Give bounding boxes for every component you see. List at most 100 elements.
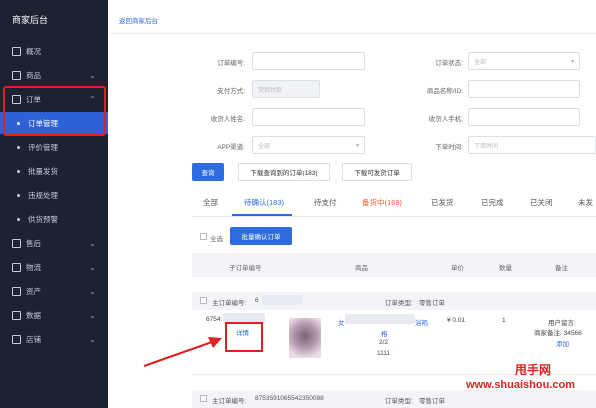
sidebar-subitem-reviews[interactable]: 评价管理 [0,136,108,158]
tab-to-confirm[interactable]: 待确认(183) [244,197,284,208]
product-spec-size: 2/2 [379,339,389,346]
main-order-no-value: 6 [255,297,259,304]
sub-order-no: 6754: [206,316,223,323]
order-time-label: 下单时间: [435,144,463,151]
tab-unshipped[interactable]: 未发 [578,197,593,208]
product-thumbnail [289,318,321,358]
main-order-no-value: 8753591065542350088 [255,395,324,402]
tab-preparing-label: 备货中(169) [362,198,403,207]
bullet-icon [17,145,20,149]
order-type-label: 订单类型: [385,300,413,307]
watermark-title: 甩手网 [515,363,552,377]
pay-method-select[interactable]: 货到付款 [252,80,320,98]
product-name-prefix[interactable]: 女 [338,317,345,327]
sidebar-item-after-sale[interactable]: 售后 ⌄ [0,232,108,254]
app-channel-value: 全部 [258,143,271,150]
order-type-value: 零售订单 [419,398,445,405]
bullet-icon [17,217,20,221]
tab-preparing[interactable]: 备货中(169) [362,197,402,208]
tab-closed[interactable]: 已关闭 [530,197,553,208]
sidebar-subitem-bulk-ship[interactable]: 批量发货 [0,160,108,182]
bullet-icon [17,169,20,173]
order-time-placeholder: 下单时间 [474,143,499,150]
bulk-confirm-button[interactable]: 批量确认订单 [230,227,292,245]
sidebar-item-label: 售后 [26,238,41,248]
order-status-select[interactable]: 全部 ▾ [468,52,580,70]
receiver-phone-input[interactable] [468,108,580,126]
bullet-icon [17,193,20,197]
divider [108,33,596,34]
sidebar-item-label: 数据 [26,310,41,320]
annotation-highlight-box [225,322,263,352]
remark-merchant-note: 商家备注: 34566 [534,330,582,337]
back-to-merchant-link[interactable]: 返回商家后台 [119,15,158,25]
col-product: 商品 [355,265,368,272]
col-price: 单价 [451,265,464,272]
sidebar-item-logistics[interactable]: 物流 ⌄ [0,256,108,278]
tab-completed[interactable]: 已完成 [481,197,504,208]
store-icon [12,334,21,344]
sidebar-item-data[interactable]: 数据 ⌄ [0,304,108,326]
sidebar-subitem-violations[interactable]: 违规处理 [0,184,108,206]
add-remark-link[interactable]: 添加 [556,338,569,348]
sidebar-item-overview[interactable]: 概况 [0,40,108,62]
product-name-suffix[interactable]: 浴袍 [415,317,428,327]
download-query-orders-button[interactable]: 下载查询到的订单(183) [238,163,330,181]
sidebar-subitem-label: 违规处理 [28,190,58,200]
order-checkbox[interactable] [200,297,207,304]
col-remark: 备注 [555,265,568,272]
pay-method-label: 支付方式: [217,88,245,95]
grid-icon [12,46,21,56]
sidebar-item-label: 物流 [26,262,41,272]
redacted-blur [262,295,302,305]
chevron-down-icon: ⌄ [89,310,96,320]
receiver-name-input[interactable] [252,108,365,126]
app-channel-label: APP渠道: [217,144,245,151]
product-spec-color: 格 [381,331,388,338]
app-root: 商家后台 概况 商品 ⌄ 订单 ⌃ 订单管理 评价管理 批量发货 违规处理 供货… [0,0,596,408]
sidebar-item-store[interactable]: 店铺 ⌄ [0,328,108,350]
sidebar: 商家后台 概况 商品 ⌄ 订单 ⌃ 订单管理 评价管理 批量发货 违规处理 供货… [0,0,108,408]
order-time-picker[interactable]: 下单时间 [468,136,596,154]
select-all-checkbox[interactable] [200,233,207,240]
chevron-down-icon: ⌄ [89,334,96,344]
download-shippable-orders-button[interactable]: 下载可发货订单 [342,163,412,181]
sidebar-subitem-label: 供货预警 [28,214,58,224]
remark-user-message: 用户留言: [548,320,576,327]
sidebar-subitem-supply-warning[interactable]: 供货预警 [0,208,108,230]
annotation-arrow [143,337,222,367]
col-quantity: 数量 [499,265,512,272]
sidebar-item-assets[interactable]: 资产 ⌄ [0,280,108,302]
sidebar-item-products[interactable]: 商品 ⌄ [0,64,108,86]
wallet-icon [12,286,21,296]
order-type-label: 订单类型: [385,398,413,405]
order-no-label: 订单编号: [217,60,245,67]
chevron-down-icon: ▾ [570,58,574,65]
watermark-url: www.shuaishou.com [466,379,575,391]
chevron-down-icon: ⌄ [89,238,96,248]
chevron-down-icon: ⌄ [89,70,96,80]
product-name-label: 商品名称/ID: [426,88,463,95]
tab-shipped[interactable]: 已发货 [431,197,454,208]
order-checkbox[interactable] [200,395,207,402]
tab-all[interactable]: 全部 [203,197,218,208]
search-button[interactable]: 查询 [192,163,224,181]
main-order-no-label: 主订单编号: [212,300,247,307]
chart-icon [12,310,21,320]
chevron-down-icon: ▾ [355,142,359,149]
app-channel-select[interactable]: 全部 ▾ [252,136,365,154]
order-no-input[interactable] [252,52,365,70]
unit-price: ¥ 0.01 [447,317,466,324]
sidebar-title: 商家后台 [12,15,49,25]
shop-icon [12,70,21,80]
col-sub-order-no: 子订单编号 [229,265,262,272]
tab-to-pay[interactable]: 待支付 [314,197,337,208]
main-order-no-label: 主订单编号: [212,398,247,405]
order-type-value: 零售订单 [419,300,445,307]
after-sale-icon [12,238,21,248]
chevron-down-icon: ⌄ [89,286,96,296]
receiver-phone-label: 收货人手机: [428,116,463,123]
order-status-label: 订单状态: [435,60,463,67]
redacted-blur [345,314,415,324]
product-name-input[interactable] [468,80,580,98]
